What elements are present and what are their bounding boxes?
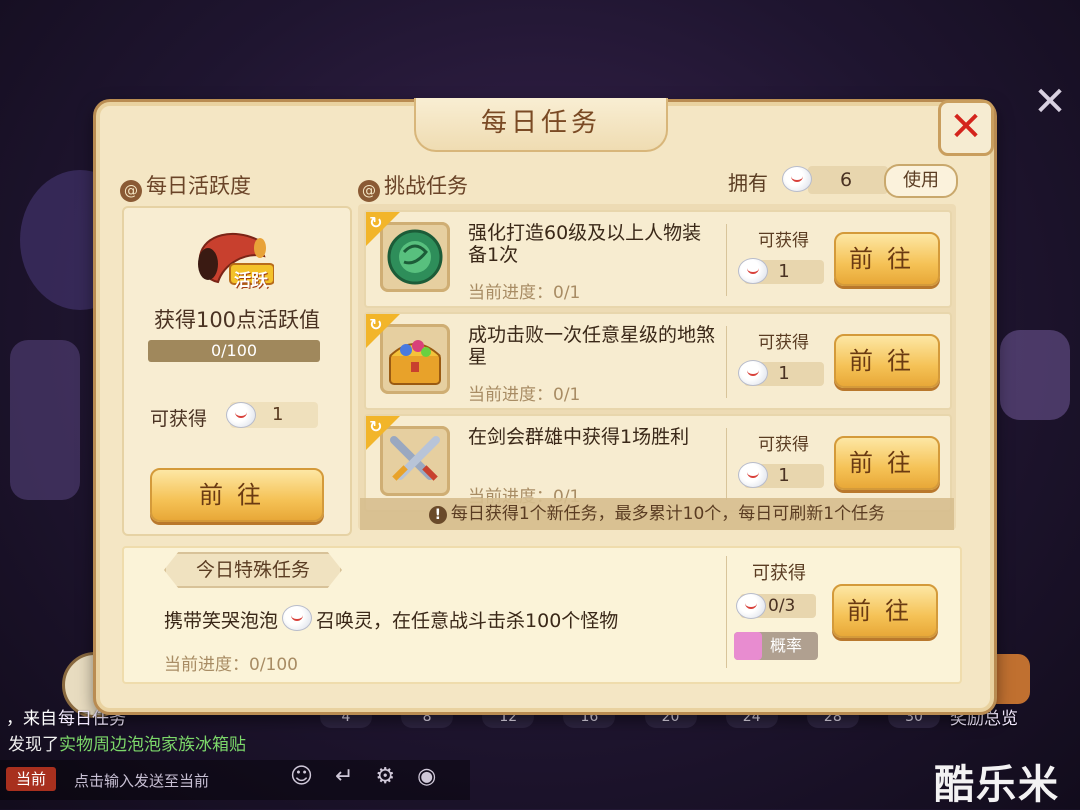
task-go-button[interactable]: 前往 [834,232,940,286]
owned-label: 拥有 [728,171,768,195]
background-pillar-right [1000,330,1070,420]
special-go-button[interactable]: 前往 [832,584,938,638]
use-button[interactable]: 使用 [884,164,958,198]
challenge-section-label: 挑战任务 [384,174,468,198]
special-task-description: 携带笑哭泡泡 召唤灵，在任意战斗击杀100个怪物 [164,605,618,633]
chat-line: 发现了实物周边泡泡家族冰箱贴 [8,730,246,755]
task-name: 成功击败一次任意星级的地煞星 [468,324,716,368]
task-item: ↻ 成功击败一次任意星级的地煞星 当前进度：0/1 可获得 1 前往 [364,312,952,410]
refresh-icon[interactable]: ↻ [369,417,382,436]
info-icon: ! [428,506,447,524]
close-x-icon: ✕ [949,104,983,150]
challenge-section-title: @ 挑战任务 [358,170,468,202]
task-item: ↻ 强化打造60级及以上人物装备1次 当前进度：0/1 可获得 1 前往 [364,210,952,308]
enter-icon[interactable]: ↵ [335,764,375,789]
task-name: 在剑会群雄中获得1场胜利 [468,426,690,448]
special-task-progress: 当前进度：0/100 [164,655,298,675]
laugh-bubble-icon [282,605,313,631]
divider [726,326,727,398]
watermark-logo: 酷乐米 [934,762,1060,808]
refresh-icon[interactable]: ↻ [369,213,382,232]
tip-banner: ! 每日获得1个新任务，最多累计10个，每日可刷新1个任务 [360,498,954,530]
activity-section-title: @ 每日活跃度 [120,170,251,202]
owned-count: 6 [808,166,888,194]
activity-badge: 活跃 [234,271,268,291]
chat-toolbar-icons: ☺↵⚙◉ [290,764,458,789]
task-go-button[interactable]: 前往 [834,436,940,490]
special-task-tab: 今日特殊任务 [164,552,342,588]
chat-item-link[interactable]: 实物周边泡泡家族冰箱贴 [59,735,246,755]
refresh-icon[interactable]: ↻ [369,315,382,334]
task-can-get-label: 可获得 [758,435,809,455]
task-progress: 当前进度：0/1 [468,385,581,405]
activity-can-get-label: 可获得 [150,408,208,430]
laugh-bubble-icon [226,402,256,428]
activity-section-label: 每日活跃度 [146,174,251,198]
gift-box-icon [734,632,762,660]
task-go-button[interactable]: 前往 [834,334,940,388]
divider [726,224,727,296]
panel-title: 每日任务 [414,98,668,152]
camera-icon[interactable]: ◉ [417,764,458,789]
settings-icon[interactable]: ⚙ [375,764,417,789]
divider [726,428,727,500]
laugh-bubble-icon [738,360,768,386]
task-can-get-label: 可获得 [758,231,809,251]
activity-description: 获得100点活跃值 [153,308,321,332]
laugh-bubble-icon [782,166,812,192]
divider [726,556,727,668]
chat-line: ，来自 [6,709,57,729]
chat-input[interactable]: 点击输入发送至当前 [74,770,209,791]
challenge-task-list[interactable]: ↻ 强化打造60级及以上人物装备1次 当前进度：0/1 可获得 1 前往 ↻ 成… [358,204,956,530]
tip-text: 每日获得1个新任务，最多累计10个，每日可刷新1个任务 [450,504,886,524]
task-name: 强化打造60级及以上人物装备1次 [468,222,702,266]
close-button[interactable]: ✕ [938,100,994,156]
laugh-bubble-icon [736,593,766,619]
background-close-icon: ✕ [1033,79,1067,125]
background-pillar-left [10,340,80,500]
special-can-get-label: 可获得 [752,563,806,584]
chat-text: 发现了 [8,735,59,755]
swirl-icon: @ [358,180,380,202]
task-can-get-label: 可获得 [758,333,809,353]
chat-channel-tag[interactable]: 当前 [6,767,56,791]
swirl-icon: @ [120,180,142,202]
task-progress: 当前进度：0/1 [468,283,581,303]
emoji-icon[interactable]: ☺ [290,764,335,789]
special-desc-part: 召唤灵，在任意战斗击杀100个怪物 [316,610,619,632]
laugh-bubble-icon [738,462,768,488]
activity-progress-bar: 0/100 [148,340,320,362]
laugh-bubble-icon [738,258,768,284]
special-desc-part: 携带笑哭泡泡 [164,610,279,632]
activity-go-button[interactable]: 前往 [150,468,324,522]
